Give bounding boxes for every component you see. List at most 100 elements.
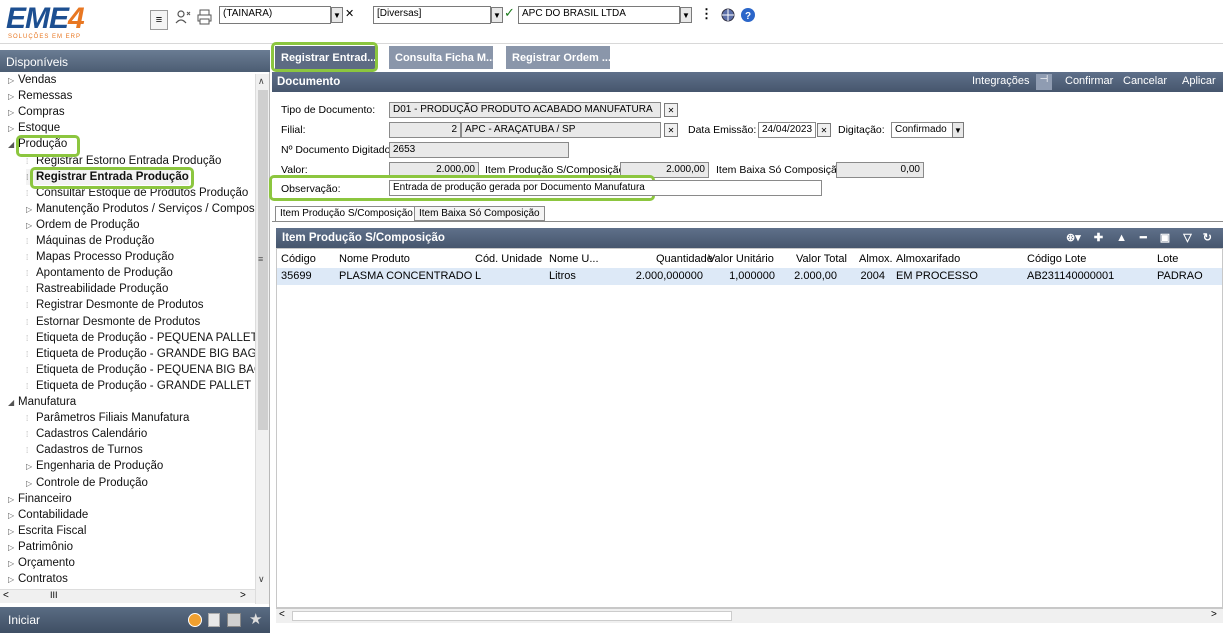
scroll-right-arrow[interactable]: >: [240, 590, 246, 601]
item-baixa-field[interactable]: 0,00: [836, 162, 924, 178]
collapsed-icon[interactable]: ▷: [8, 556, 18, 572]
printer-icon[interactable]: [196, 8, 214, 26]
sidebar-item-vendas[interactable]: ▷ Vendas: [8, 72, 56, 88]
tab-registrar-ordem[interactable]: Registrar Ordem ...: [506, 46, 611, 69]
collapsed-icon[interactable]: ▷: [8, 89, 18, 105]
start-label[interactable]: Iniciar: [8, 613, 40, 627]
grid-horizontal-scrollbar[interactable]: < >: [276, 608, 1223, 623]
integracoes-button[interactable]: Integrações: [972, 75, 1029, 87]
expanded-icon[interactable]: ◢: [8, 395, 18, 411]
sidebar-item-controle-de-producao[interactable]: ▷ Controle de Produção: [26, 475, 148, 491]
confirmar-button[interactable]: Confirmar: [1065, 75, 1113, 87]
collapsed-icon[interactable]: ▷: [26, 476, 36, 492]
sidebar-item-orcamento[interactable]: ▷ Orçamento: [8, 555, 75, 571]
filial-code-field[interactable]: 2: [389, 122, 461, 138]
sidebar-item-parametros-filiais-manufatura[interactable]: ⁞ Parâmetros Filiais Manufatura: [26, 410, 189, 426]
sidebar-item-rastreabilidade-producao[interactable]: ⁞ Rastreabilidade Produção: [26, 281, 168, 297]
scroll-left-arrow[interactable]: <: [3, 590, 9, 601]
col-nome-produto[interactable]: Nome Produto: [339, 253, 410, 265]
collapsed-icon[interactable]: ▷: [8, 524, 18, 540]
num-documento-field[interactable]: 2653: [389, 142, 569, 158]
collapsed-icon[interactable]: ▷: [8, 540, 18, 556]
sidebar-item-manutencao-produtos-servicos-composi[interactable]: ▷ Manutenção Produtos / Serviços / Compos…: [26, 201, 255, 217]
col-lote[interactable]: Lote: [1157, 253, 1178, 265]
sidebar-item-etiqueta-de-producao-pequena-big-bag[interactable]: ⁞ Etiqueta de Produção - PEQUENA BIG BAG: [26, 362, 255, 378]
col-valor-unitario[interactable]: Valor Unitário: [708, 253, 774, 265]
sidebar-item-maquinas-de-producao[interactable]: ⁞ Máquinas de Produção: [26, 233, 154, 249]
scroll-down-arrow[interactable]: ∨: [258, 574, 265, 585]
sidebar-item-cadastros-de-turnos[interactable]: ⁞ Cadastros de Turnos: [26, 442, 143, 458]
col-nome-unidade[interactable]: Nome U...: [549, 253, 599, 265]
sidebar-item-etiqueta-de-producao-pequena-pallet[interactable]: ⁞ Etiqueta de Produção - PEQUENA PALLET: [26, 330, 255, 346]
lookup-icon[interactable]: ✕: [664, 123, 678, 137]
sidebar-item-remessas[interactable]: ▷ Remessas: [8, 88, 72, 104]
col-quantidade[interactable]: Quantidade: [656, 253, 713, 265]
more-options-icon[interactable]: ⋮: [700, 6, 713, 22]
calendar-icon[interactable]: ✕: [817, 123, 831, 137]
remove-icon[interactable]: ━: [1140, 232, 1147, 244]
tree-horizontal-scrollbar[interactable]: < III >: [0, 589, 255, 603]
tab-registrar-entrada[interactable]: Registrar Entrad...: [271, 42, 378, 72]
sidebar-item-financeiro[interactable]: ▷ Financeiro: [8, 491, 72, 507]
sidebar-item-patrimonio[interactable]: ▷ Patrimônio: [8, 539, 73, 555]
company-combo[interactable]: APC DO BRASIL LTDA: [518, 6, 680, 24]
collapsed-icon[interactable]: ▷: [8, 105, 18, 121]
sidebar-item-registrar-desmonte-de-produtos[interactable]: ⁞ Registrar Desmonte de Produtos: [26, 297, 203, 313]
collapsed-icon[interactable]: ▷: [8, 492, 18, 508]
filter-icon[interactable]: ▽: [1183, 232, 1191, 244]
main-menu-button[interactable]: ≡: [150, 10, 168, 30]
sidebar-item-estoque[interactable]: ▷ Estoque: [8, 120, 60, 136]
sidebar-item-apontamento-de-producao[interactable]: ⁞ Apontamento de Produção: [26, 265, 173, 281]
collapsed-icon[interactable]: ▷: [26, 459, 36, 475]
user-combo[interactable]: (TAINARA): [219, 6, 331, 24]
scroll-left-arrow[interactable]: <: [279, 609, 285, 620]
sidebar-item-escrita-fiscal[interactable]: ▷ Escrita Fiscal: [8, 523, 86, 539]
tab-consulta-ficha[interactable]: Consulta Ficha M...: [389, 46, 495, 69]
sidebar-item-etiqueta-de-producao-grande-pallet[interactable]: ⁞ Etiqueta de Produção - GRANDE PALLET: [26, 378, 251, 394]
collapsed-icon[interactable]: ▷: [8, 121, 18, 137]
sidebar-item-mapas-processo-producao[interactable]: ⁞ Mapas Processo Produção: [26, 249, 174, 265]
scroll-right-arrow[interactable]: >: [1211, 609, 1217, 620]
scroll-up-arrow[interactable]: ∧: [258, 76, 265, 87]
sidebar-item-contabilidade[interactable]: ▷ Contabilidade: [8, 507, 88, 523]
folder-icon[interactable]: [188, 613, 202, 627]
valor-field[interactable]: 2.000,00: [389, 162, 479, 178]
data-emissao-field[interactable]: 24/04/2023: [758, 122, 816, 138]
observacao-field[interactable]: Entrada de produção gerada por Documento…: [389, 180, 822, 196]
digitacao-select[interactable]: Confirmado: [891, 122, 953, 138]
document-icon[interactable]: [208, 613, 220, 627]
close-icon[interactable]: ✕: [612, 42, 623, 58]
sidebar-item-ordem-de-producao[interactable]: ▷ Ordem de Produção: [26, 217, 140, 233]
digitacao-arrow[interactable]: ▼: [952, 122, 964, 138]
collapsed-icon[interactable]: ▷: [8, 508, 18, 524]
sidebar-item-cadastros-calendario[interactable]: ⁞ Cadastros Calendário: [26, 426, 147, 442]
sidebar-item-contratos[interactable]: ▷ Contratos: [8, 571, 68, 587]
collapsed-icon[interactable]: ▷: [8, 572, 18, 588]
company-combo-arrow[interactable]: ▼: [680, 7, 692, 23]
view-options-icon[interactable]: ⊛▾: [1066, 232, 1081, 244]
globe-icon[interactable]: [720, 7, 736, 26]
star-icon[interactable]: ★: [249, 610, 262, 628]
close-icon[interactable]: ✕: [378, 42, 389, 58]
scroll-thumb[interactable]: [292, 611, 732, 621]
sidebar-item-engenharia-de-producao[interactable]: ▷ Engenharia de Produção: [26, 458, 163, 474]
sidebar-item-compras[interactable]: ▷ Compras: [8, 104, 65, 120]
col-codigo[interactable]: Código: [281, 253, 316, 265]
col-codigo-lote[interactable]: Código Lote: [1027, 253, 1086, 265]
move-up-icon[interactable]: ▲: [1116, 232, 1127, 244]
add-icon[interactable]: ✚: [1094, 232, 1103, 244]
refresh-icon[interactable]: ↻: [1203, 232, 1212, 244]
collapsed-icon[interactable]: ▷: [26, 218, 36, 234]
save-icon[interactable]: ▣: [1160, 232, 1170, 244]
expanded-icon[interactable]: ◢: [8, 137, 18, 153]
category-combo-arrow[interactable]: ▼: [491, 7, 503, 23]
pin-icon[interactable]: ⊣: [1036, 74, 1052, 90]
close-icon[interactable]: ✕: [495, 42, 506, 58]
col-valor-total[interactable]: Valor Total: [796, 253, 847, 265]
category-combo[interactable]: [Diversas]: [373, 6, 491, 24]
clear-user-icon[interactable]: ✕: [345, 7, 354, 20]
col-almoxarifado[interactable]: Almoxarifado: [896, 253, 960, 265]
lookup-icon[interactable]: ✕: [664, 103, 678, 117]
check-icon[interactable]: ✓: [504, 5, 515, 21]
collapsed-icon[interactable]: ▷: [8, 73, 18, 89]
